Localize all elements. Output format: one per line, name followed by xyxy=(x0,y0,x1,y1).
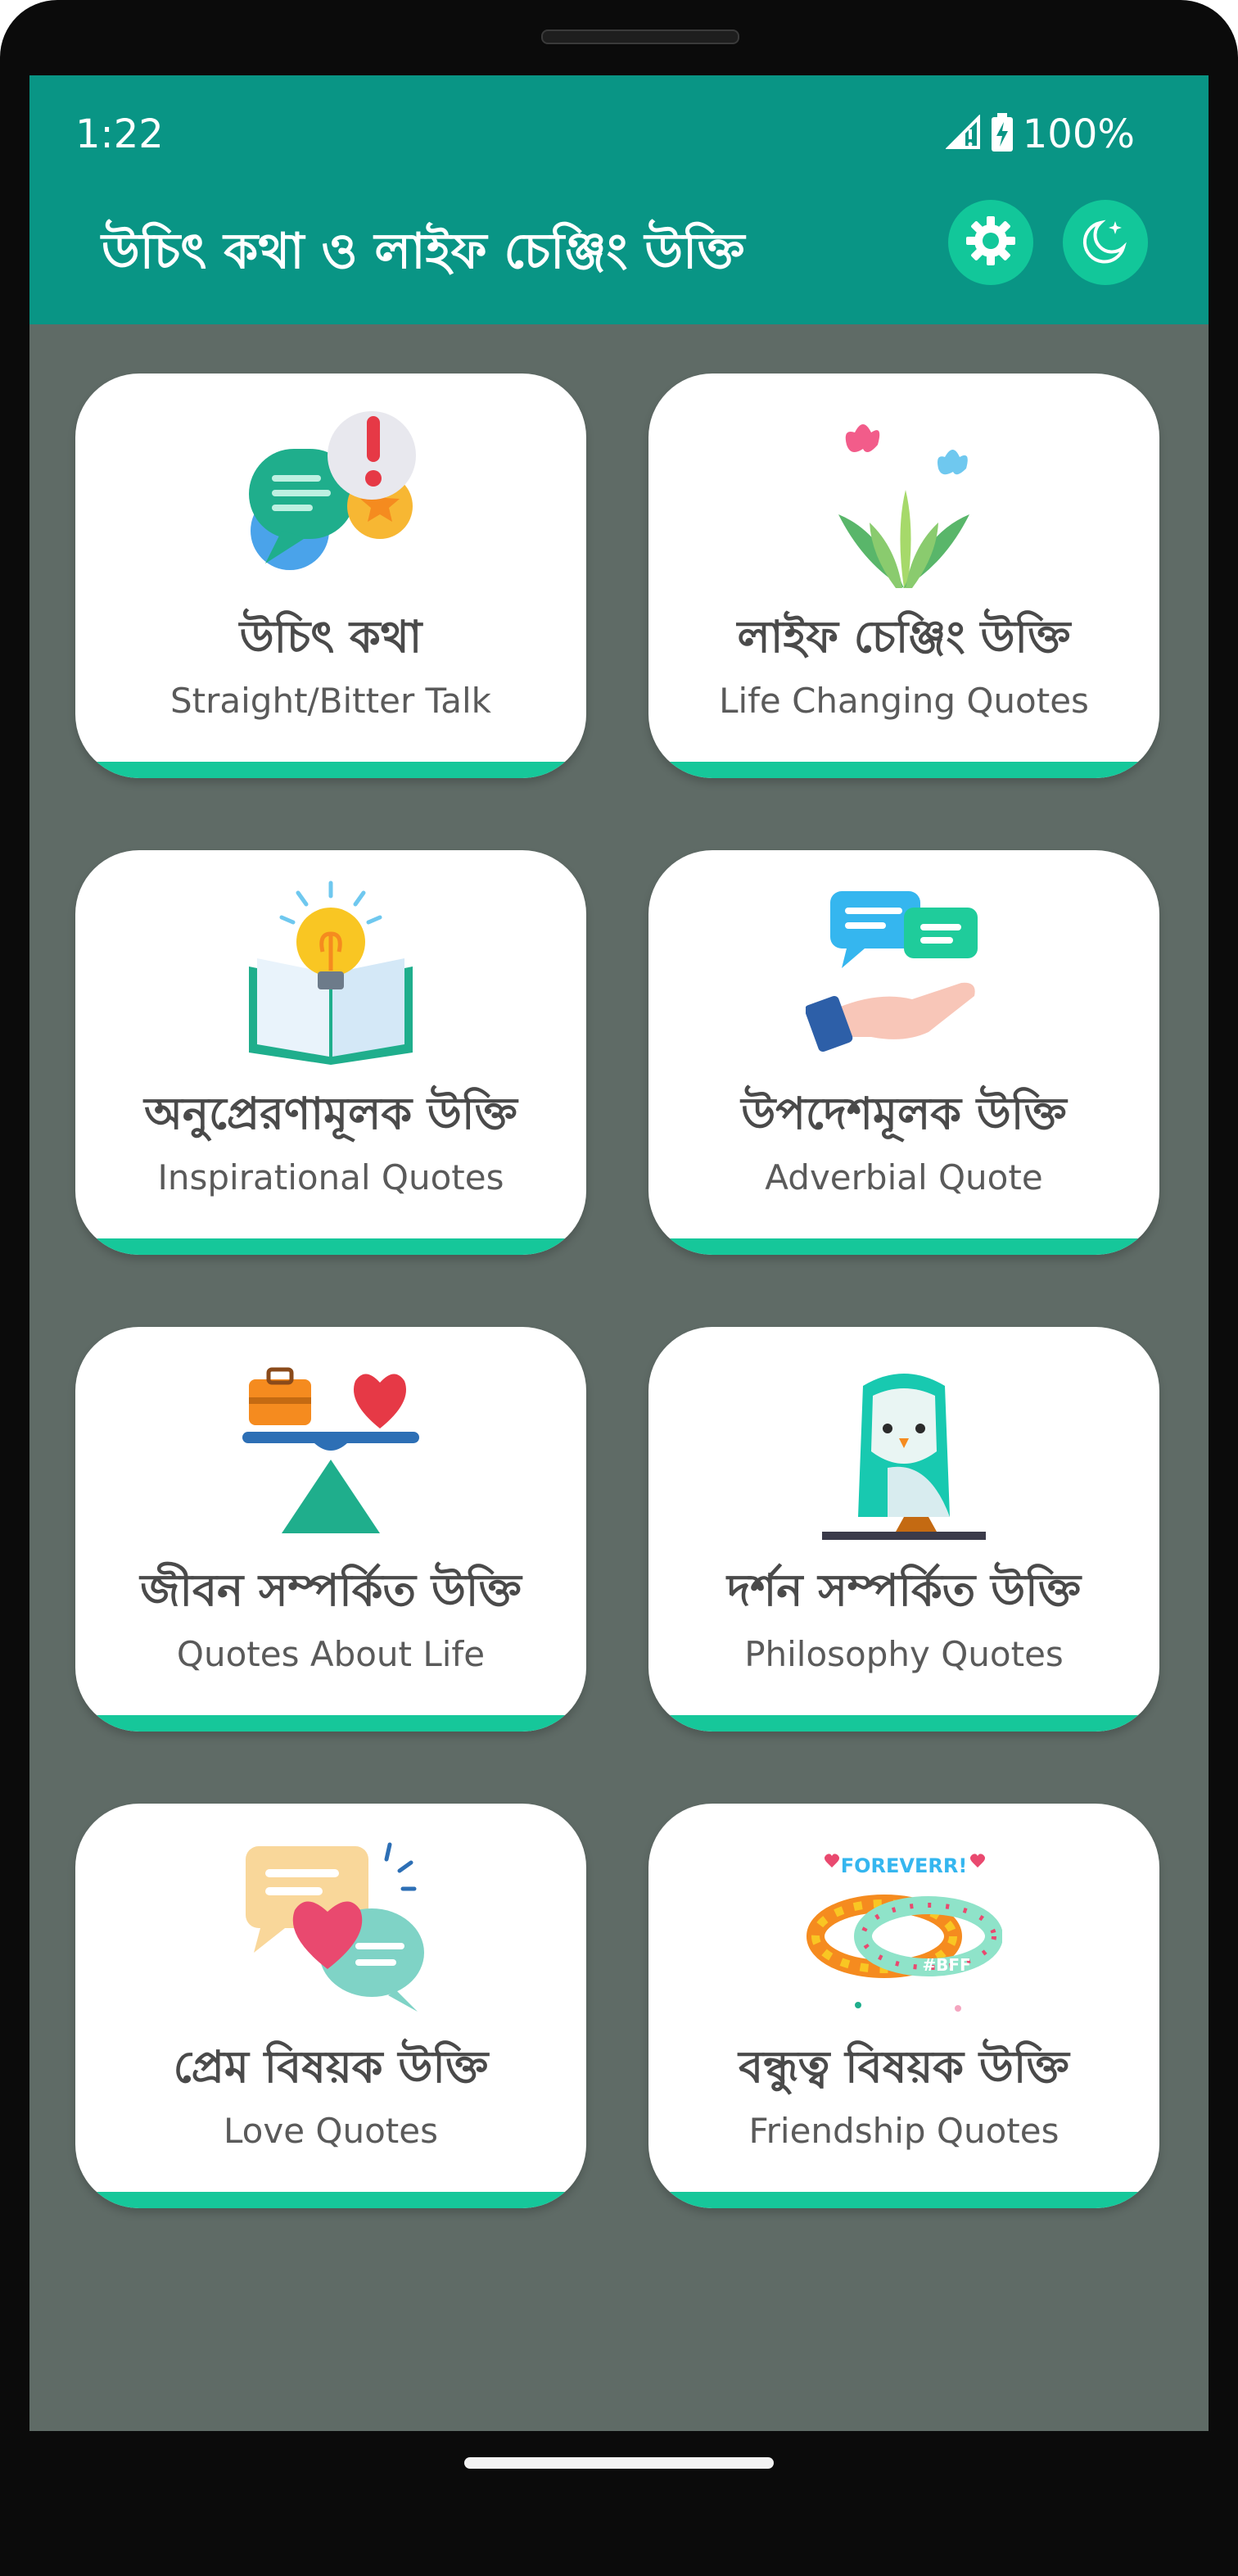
card-accent-bar xyxy=(75,2192,586,2208)
card-accent-bar xyxy=(648,762,1159,778)
card-accent-bar xyxy=(648,1238,1159,1255)
card-title-bn: প্রেম বিষয়ক উক্তি xyxy=(173,2041,489,2093)
card-subtitle-en: Life Changing Quotes xyxy=(719,681,1089,721)
app-title: উচিৎ কথা ও লাইফ চেঞ্জিং উক্তি xyxy=(102,223,745,280)
earpiece-speaker xyxy=(541,29,739,44)
night-mode-button[interactable] xyxy=(1063,200,1148,285)
phone-frame: 1:22 100% উচিৎ কথা ও লাইফ চেঞ্জিং উক্তি … xyxy=(0,0,1238,2576)
card-subtitle-en: Philosophy Quotes xyxy=(744,1634,1064,1674)
card-title-bn: বন্ধুত্ব বিষয়ক উক্তি xyxy=(739,2041,1069,2093)
friendship-bands-icon: FOREVERR! #BFF xyxy=(648,1830,1159,2026)
chat-bubbles-icon xyxy=(75,400,586,596)
book-lightbulb-icon xyxy=(75,876,586,1073)
category-card-straight-talk[interactable]: উচিৎ কথা Straight/Bitter Talk xyxy=(75,373,586,778)
night-mode-moon-icon xyxy=(1079,215,1132,270)
card-subtitle-en: Adverbial Quote xyxy=(765,1157,1043,1197)
card-title-bn: লাইফ চেঞ্জিং উক্তি xyxy=(737,611,1071,663)
card-subtitle-en: Straight/Bitter Talk xyxy=(169,681,491,721)
card-accent-bar xyxy=(75,762,586,778)
category-card-life-changing[interactable]: লাইফ চেঞ্জিং উক্তি Life Changing Quotes xyxy=(648,373,1159,778)
card-subtitle-en: Inspirational Quotes xyxy=(157,1157,504,1197)
card-accent-bar xyxy=(648,1715,1159,1732)
category-card-philosophy[interactable]: দর্শন সম্পর্কিত উক্তি Philosophy Quotes xyxy=(648,1327,1159,1732)
system-navigation-bar xyxy=(0,2431,1238,2576)
card-title-bn: উপদেশমূলক উক্তি xyxy=(741,1088,1067,1139)
card-accent-bar xyxy=(648,2192,1159,2208)
category-card-inspirational[interactable]: অনুপ্রেরণামূলক উক্তি Inspirational Quote… xyxy=(75,850,586,1255)
status-time: 1:22 xyxy=(75,111,164,157)
heart-chat-icon xyxy=(75,1830,586,2026)
svg-text:FOREVERR!: FOREVERR! xyxy=(841,1854,968,1877)
app-bar: 1:22 100% উচিৎ কথা ও লাইফ চেঞ্জিং উক্তি xyxy=(29,75,1209,324)
card-title-bn: জীবন সম্পর্কিত উক্তি xyxy=(140,1564,522,1616)
card-accent-bar xyxy=(75,1238,586,1255)
plant-butterflies-icon xyxy=(648,400,1159,596)
battery-charging-icon xyxy=(990,112,1014,156)
card-title-bn: দর্শন সম্পর্কিত উক্তি xyxy=(726,1564,1082,1616)
card-subtitle-en: Quotes About Life xyxy=(176,1634,486,1674)
balance-scale-icon xyxy=(75,1353,586,1550)
category-card-about-life[interactable]: জীবন সম্পর্কিত উক্তি Quotes About Life xyxy=(75,1327,586,1732)
status-icons: 100% xyxy=(944,93,1135,175)
battery-percent: 100% xyxy=(1022,111,1135,157)
category-card-adverbial[interactable]: উপদেশমূলক উক্তি Adverbial Quote xyxy=(648,850,1159,1255)
card-title-bn: উচিৎ কথা xyxy=(239,611,422,663)
card-subtitle-en: Friendship Quotes xyxy=(748,2111,1060,2151)
svg-text:#BFF: #BFF xyxy=(922,1955,970,1975)
owl-icon xyxy=(648,1353,1159,1550)
hand-chat-icon xyxy=(648,876,1159,1073)
settings-button[interactable] xyxy=(948,200,1033,285)
card-accent-bar xyxy=(75,1715,586,1732)
settings-gear-icon xyxy=(965,215,1017,270)
app-screen: 1:22 100% উচিৎ কথা ও লাইফ চেঞ্জিং উক্তি … xyxy=(29,75,1209,2431)
home-indicator[interactable] xyxy=(464,2457,774,2469)
card-title-bn: অনুপ্রেরণামূলক উক্তি xyxy=(144,1088,517,1139)
category-card-friendship[interactable]: FOREVERR! #BFF বন্ধুত্ব বিষয়ক উক্তি Fri… xyxy=(648,1804,1159,2208)
card-subtitle-en: Love Quotes xyxy=(224,2111,438,2151)
signal-icon xyxy=(944,114,982,154)
category-card-love[interactable]: প্রেম বিষয়ক উক্তি Love Quotes xyxy=(75,1804,586,2208)
